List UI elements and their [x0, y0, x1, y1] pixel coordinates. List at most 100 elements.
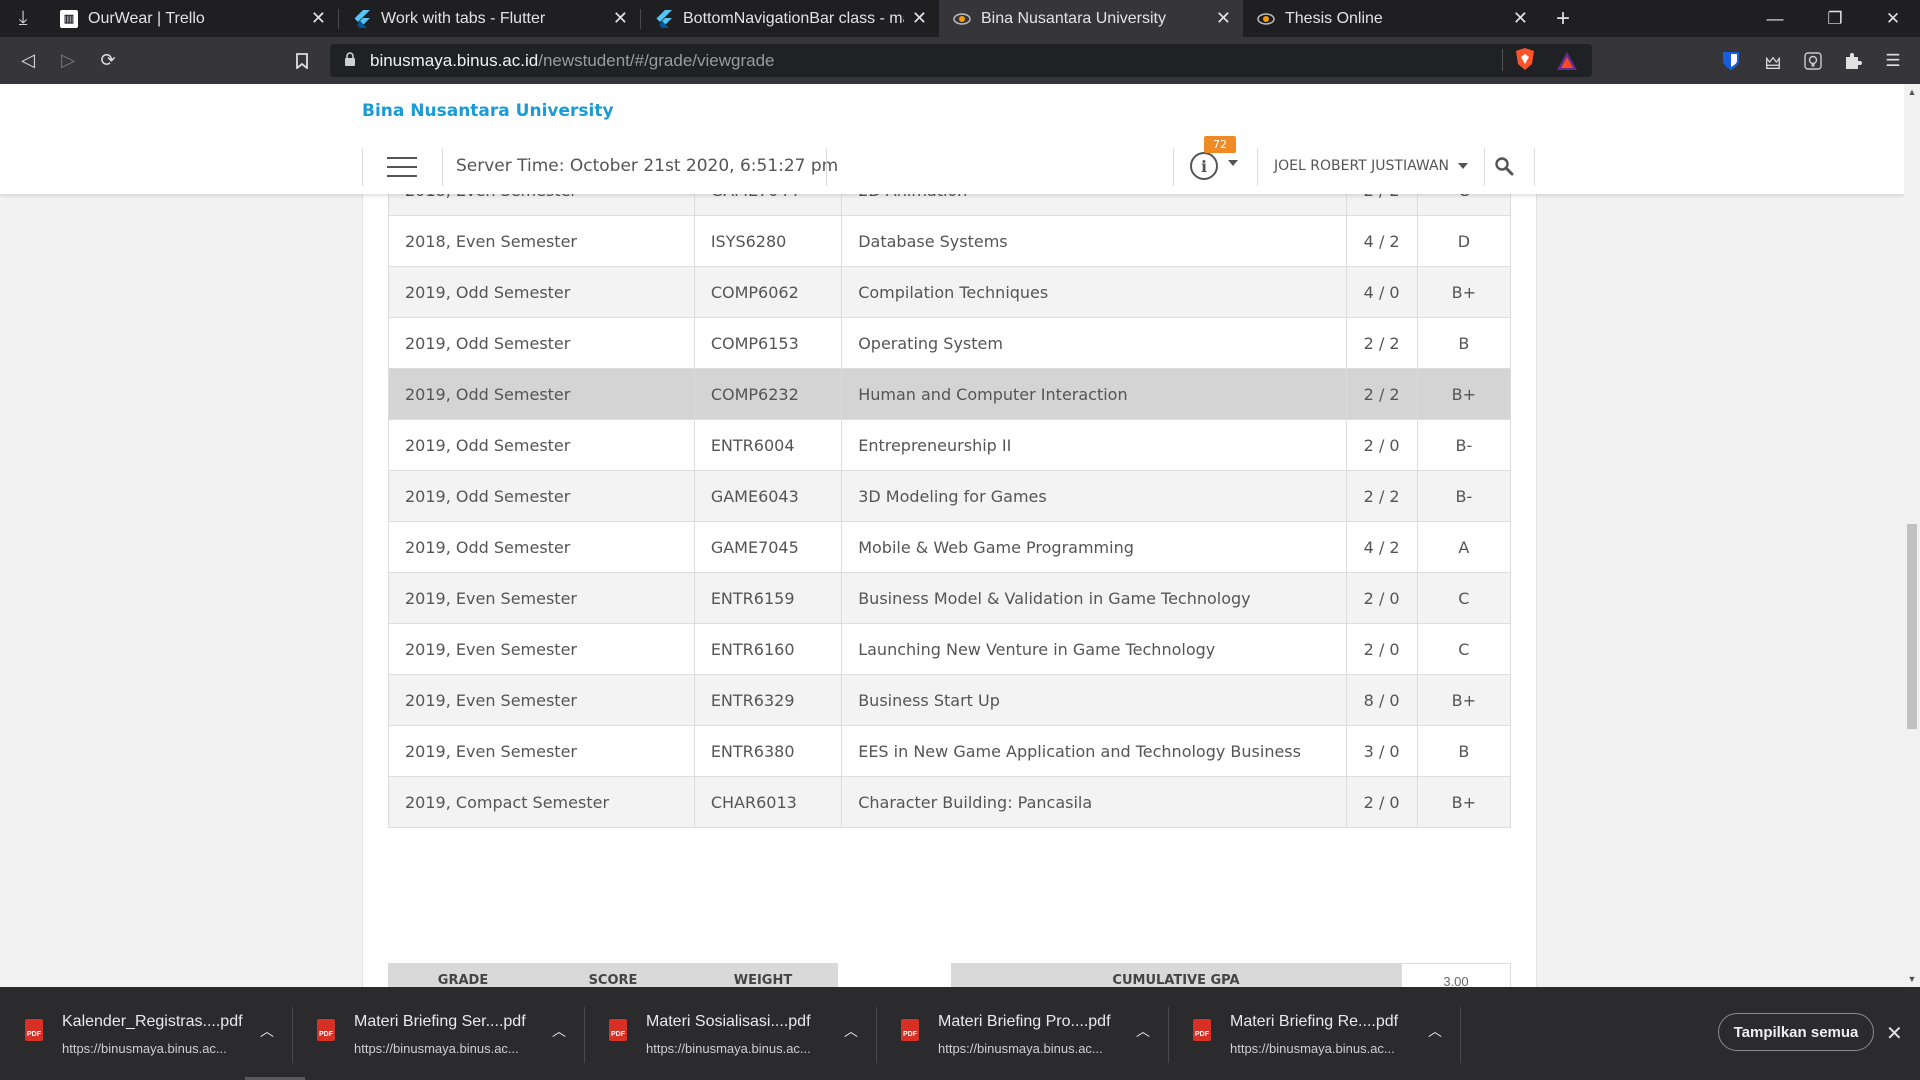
download-item[interactable]: PDF Materi Briefing Re....pdf https://bi… [1168, 987, 1461, 1080]
close-icon[interactable]: ✕ [1886, 1021, 1903, 1046]
course-code-cell: COMP6232 [693, 368, 843, 420]
brand-title[interactable]: Bina Nusantara University [362, 101, 614, 121]
info-icon[interactable]: i [1190, 152, 1218, 180]
bookmark-icon[interactable] [282, 37, 322, 84]
close-tab-icon[interactable]: ✕ [613, 8, 628, 29]
semester-cell: 2019, Even Semester [388, 623, 695, 675]
course-name-cell: Human and Computer Interaction [841, 368, 1347, 420]
tab-trello[interactable]: ▥ OurWear | Trello ✕ [46, 0, 338, 37]
close-tab-icon[interactable]: ✕ [1216, 8, 1231, 29]
grade-cell: D [1416, 215, 1512, 267]
semester-cell: 2019, Odd Semester [388, 419, 695, 471]
minimize-icon[interactable]: — [1752, 0, 1798, 37]
score-column-header: SCORE [588, 973, 638, 987]
server-time: Server Time: October 21st 2020, 6:51:27 … [456, 156, 839, 176]
download-filename: Materi Briefing Ser....pdf [354, 1013, 526, 1030]
course-name-cell: Character Building: Pancasila [841, 776, 1347, 828]
download-divider [1460, 1007, 1461, 1063]
tab-title: OurWear | Trello [88, 9, 205, 27]
close-tab-icon[interactable]: ✕ [912, 8, 927, 29]
restore-icon[interactable]: ❐ [1812, 0, 1858, 37]
credits-cell: 2 / 0 [1345, 572, 1418, 624]
header-divider [1173, 148, 1174, 186]
close-window-icon[interactable]: ✕ [1870, 0, 1916, 37]
download-url: https://binusmaya.binus.ac... [938, 1041, 1103, 1056]
content-panel: 2018, Even SemesterCPEN6109Computer Netw… [362, 84, 1537, 987]
credits-cell: 2 / 0 [1345, 623, 1418, 675]
download-item[interactable]: PDF Materi Briefing Pro....pdf https://b… [876, 987, 1169, 1080]
brave-shields-icon[interactable] [1514, 47, 1536, 71]
chevron-up-icon[interactable]: ︿ [1428, 1021, 1442, 1041]
tab-title: BottomNavigationBar class - mate [683, 9, 904, 27]
toolbar-divider [1502, 49, 1503, 71]
download-item[interactable]: PDF Materi Briefing Ser....pdf https://b… [292, 987, 585, 1080]
course-name-cell: Entrepreneurship II [841, 419, 1347, 471]
address-bar[interactable]: binusmaya.binus.ac.id /newstudent/#/grad… [330, 44, 1592, 77]
table-row: 2019, Odd Semester GAME7045 Mobile & Web G… [388, 521, 1512, 573]
table-row: 2019, Odd Semester ENTR6004 Entrepreneursh… [388, 419, 1512, 471]
tab-thesis-online[interactable]: Thesis Online ✕ [1243, 0, 1540, 37]
download-item[interactable]: PDF Kalender_Registras....pdf https://bi… [0, 987, 293, 1080]
table-row: 2019, Even Semester ENTR6380 EES in New Ga… [388, 725, 1512, 777]
grade-cell: B+ [1416, 266, 1512, 318]
close-tab-icon[interactable]: ✕ [1513, 8, 1528, 29]
flutter-icon [655, 9, 673, 28]
hamburger-menu-icon[interactable] [387, 157, 417, 177]
tab-title: Work with tabs - Flutter [381, 9, 546, 27]
chevron-up-icon[interactable]: ︿ [1136, 1021, 1150, 1041]
chevron-down-icon[interactable] [1228, 160, 1238, 166]
download-filename: Materi Sosialisasi....pdf [646, 1013, 811, 1030]
download-filename: Materi Briefing Re....pdf [1230, 1013, 1399, 1030]
semester-cell: 2019, Odd Semester [388, 266, 695, 318]
header-divider [1484, 148, 1485, 186]
new-tab-button[interactable]: + [1548, 0, 1578, 37]
download-item[interactable]: PDF Materi Sosialisasi....pdf https://bi… [584, 987, 877, 1080]
chevron-up-icon[interactable]: ︿ [552, 1021, 566, 1041]
download-url: https://binusmaya.binus.ac... [62, 1041, 227, 1056]
notification-badge: 72 [1204, 136, 1236, 153]
chevron-up-icon[interactable]: ︿ [260, 1021, 274, 1041]
download-icon[interactable]: ⤓ [0, 0, 46, 37]
pdf-icon: PDF [901, 1019, 919, 1041]
menu-icon[interactable]: ☰ [1882, 50, 1904, 72]
download-filename: Materi Briefing Pro....pdf [938, 1013, 1111, 1030]
show-all-downloads-button[interactable]: Tampilkan semua [1718, 1013, 1874, 1051]
user-menu[interactable]: JOEL ROBERT JUSTIAWAN [1274, 158, 1449, 174]
extensions-puzzle-icon[interactable] [1842, 50, 1864, 72]
page-scrollbar[interactable]: ▲ ▼ [1904, 84, 1920, 987]
search-icon[interactable] [1494, 156, 1516, 178]
grade-cell: B+ [1416, 776, 1512, 828]
chevron-down-icon[interactable] [1458, 163, 1468, 169]
course-code-cell: ENTR6159 [693, 572, 843, 624]
reload-icon[interactable]: ⟳ [88, 37, 128, 84]
close-tab-icon[interactable]: ✕ [311, 8, 326, 29]
bitwarden-icon[interactable] [1720, 50, 1742, 72]
course-name-cell: Compilation Techniques [841, 266, 1347, 318]
course-name-cell: Launching New Venture in Game Technology [841, 623, 1347, 675]
tab-flutter-tabs[interactable]: Work with tabs - Flutter ✕ [339, 0, 640, 37]
course-name-cell: 3D Modeling for Games [841, 470, 1347, 522]
scroll-thumb[interactable] [1907, 524, 1917, 729]
scroll-down-icon[interactable]: ▼ [1904, 971, 1920, 987]
forward-icon[interactable]: ▷ [48, 37, 88, 84]
credits-cell: 2 / 2 [1345, 470, 1418, 522]
extension-icon[interactable]: 🜲 [1762, 50, 1784, 73]
download-filename: Kalender_Registras....pdf [62, 1013, 243, 1030]
lightbulb-icon[interactable] [1802, 50, 1824, 72]
scroll-up-icon[interactable]: ▲ [1904, 84, 1920, 100]
credits-cell: 8 / 0 [1345, 674, 1418, 726]
tab-binus[interactable]: Bina Nusantara University ✕ [939, 0, 1243, 37]
header-divider [1257, 148, 1258, 186]
tab-bottom-navigation[interactable]: BottomNavigationBar class - mate ✕ [641, 0, 939, 37]
chevron-up-icon[interactable]: ︿ [844, 1021, 858, 1041]
back-icon[interactable]: ◁ [8, 37, 48, 84]
table-row: 2019, Even Semester ENTR6160 Launching New… [388, 623, 1512, 675]
course-code-cell: COMP6153 [693, 317, 843, 369]
credits-cell: 3 / 0 [1345, 725, 1418, 777]
brave-rewards-icon[interactable] [1556, 50, 1578, 72]
course-code-cell: ISYS6280 [693, 215, 843, 267]
table-row: 2019, Odd Semester COMP6153 Operating Syst… [388, 317, 1512, 369]
course-code-cell: GAME7045 [693, 521, 843, 573]
pdf-icon: PDF [1193, 1019, 1211, 1041]
course-code-cell: COMP6062 [693, 266, 843, 318]
